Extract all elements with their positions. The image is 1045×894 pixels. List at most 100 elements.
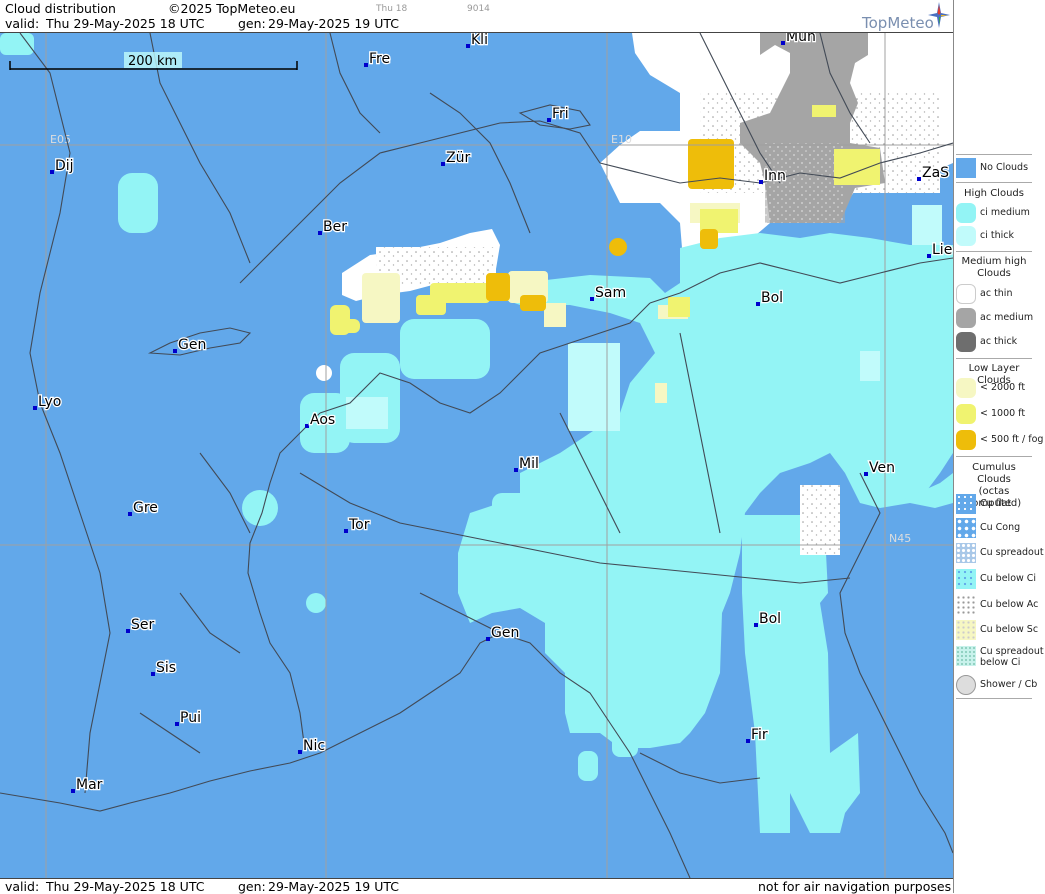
medium-high-title-line2: Clouds: [977, 268, 1011, 279]
city-marker-dij: [50, 170, 54, 174]
legend-low-1000: < 1000 ft: [956, 404, 1042, 426]
city-label-aos: Aos: [310, 412, 335, 428]
chart-title: Cloud distribution: [5, 1, 116, 16]
grid-label-n45: N45: [889, 532, 911, 545]
legend-cu-below-sc: Cu below Sc: [956, 620, 1042, 642]
medium-high-title-line1: Medium high: [961, 256, 1027, 267]
city-label-bol2: Bol: [759, 611, 781, 627]
city-bol2: Bol: [754, 610, 782, 628]
valid-time: Thu 29-May-2025 18 UTC: [46, 16, 205, 31]
city-marker-ven: [864, 472, 868, 476]
city-marker-bol2: [754, 623, 758, 627]
cu-spreadout-ci-line1: Cu spreadout: [980, 646, 1044, 657]
city-label-bol1: Bol: [761, 290, 783, 306]
city-marker-pui: [175, 722, 179, 726]
city-marker-mar: [71, 789, 75, 793]
legend-panel: No Clouds High Clouds ci medium ci thick…: [953, 0, 1045, 893]
ac-thick-label: ac thick: [980, 336, 1018, 347]
ac-medium-swatch: [956, 308, 976, 328]
city-label-zur: Zür: [446, 150, 470, 166]
legend-shower-cb: Shower / Cb: [956, 675, 1042, 697]
city-label-nic: Nic: [303, 738, 325, 754]
legend-high-clouds-title: High Clouds: [964, 188, 1024, 199]
topmeteo-logo: TopMeteo: [862, 14, 934, 32]
ci-thick-swatch: [956, 226, 976, 246]
ac-thin-swatch: [956, 284, 976, 304]
ac-thick-swatch: [956, 332, 976, 352]
city-label-ven: Ven: [869, 460, 895, 476]
city-label-sis: Sis: [156, 660, 176, 676]
gen-label: gen:: [238, 16, 266, 31]
legend-no-clouds: No Clouds: [956, 158, 1042, 180]
small-day: Thu 18: [376, 4, 408, 14]
city-label-inn: Inn: [764, 168, 786, 184]
shower-cb-swatch: [956, 675, 976, 695]
legend-ac-thick: ac thick: [956, 332, 1042, 354]
low-2000-label: < 2000 ft: [980, 382, 1026, 393]
cu-spreadout-below-ci-swatch: [956, 646, 976, 666]
map-header: Cloud distribution ©2025 TopMeteo.eu Thu…: [0, 0, 953, 33]
city-marker-fre: [364, 63, 368, 67]
shower-cb-label: Shower / Cb: [980, 679, 1038, 690]
cu-spreadout-swatch: [956, 543, 976, 563]
ac-thin-label: ac thin: [980, 288, 1013, 299]
city-marker-bol1: [756, 302, 760, 306]
map-footer: valid: Thu 29-May-2025 18 UTC gen: 29-Ma…: [0, 878, 953, 894]
city-marker-mil: [514, 468, 518, 472]
city-marker-gen2: [486, 637, 490, 641]
legend-ac-thin: ac thin: [956, 284, 1042, 306]
city-mun: Mün: [781, 33, 817, 46]
city-label-ser: Ser: [131, 617, 155, 633]
city-sam: Sam: [590, 284, 627, 302]
ci-thick-patch-3: [860, 351, 880, 381]
city-marker-inn: [759, 180, 763, 184]
city-ser: Ser: [126, 616, 156, 634]
legend-cu-cong: Cu Cong: [956, 518, 1042, 540]
ci-medium-swatch: [956, 203, 976, 223]
ac-medium-label: ac medium: [980, 312, 1034, 323]
city-gen2: Gen: [486, 624, 521, 642]
disclaimer: not for air navigation purposes: [758, 879, 952, 894]
city-label-fri: Fri: [552, 106, 569, 122]
city-label-dij: Dij: [55, 158, 74, 174]
city-label-mil: Mil: [519, 456, 539, 472]
legend-cu-spreadout-below-ci: Cu spreadout below Ci: [956, 646, 1044, 672]
legend-cu-below-ac: Cu below Ac: [956, 595, 1042, 617]
low-2000-swatch: [956, 378, 976, 398]
legend-cu-below-ci: Cu below Ci: [956, 569, 1042, 591]
city-marker-zur: [441, 162, 445, 166]
city-lyo: Lyo: [33, 393, 63, 411]
city-label-kli: Kli: [471, 33, 488, 48]
city-ven: Ven: [864, 459, 896, 477]
legend-ac-medium: ac medium: [956, 308, 1042, 330]
city-gre: Gre: [128, 499, 159, 517]
city-label-fre: Fre: [369, 51, 390, 67]
legend-cu-flat: Cu flat: [956, 494, 1042, 516]
city-label-zas: ZaS: [922, 165, 949, 181]
cloud-map: E05 E10 N45 200 km KliFreMünFriDij ZürIn…: [0, 33, 953, 878]
cu-below-ac-label: Cu below Ac: [980, 599, 1039, 610]
city-gen1: Gen: [173, 336, 208, 354]
cu-flat-label: Cu flat: [980, 498, 1012, 509]
city-marker-aos: [305, 424, 309, 428]
fog-label: < 500 ft / fog: [980, 434, 1044, 445]
city-marker-lie: [927, 254, 931, 258]
cu-below-sc-label: Cu below Sc: [980, 624, 1039, 635]
scale-label: 200 km: [128, 54, 177, 69]
city-zas: ZaS: [917, 164, 950, 182]
legend-low-2000: < 2000 ft: [956, 378, 1042, 400]
no-clouds-swatch: [956, 158, 976, 178]
ci-medium-label: ci medium: [980, 207, 1030, 218]
footer-valid-label: valid:: [5, 879, 40, 894]
city-label-tor: Tor: [348, 517, 370, 533]
city-marker-tor: [344, 529, 348, 533]
cu-below-ci-swatch: [956, 569, 976, 589]
city-label-ber: Ber: [323, 219, 347, 235]
city-marker-gen1: [173, 349, 177, 353]
city-label-gen1: Gen: [178, 337, 206, 353]
valid-label: valid:: [5, 16, 40, 31]
city-label-mar: Mar: [76, 777, 103, 793]
compass-star-icon: [928, 2, 950, 28]
city-inn: Inn: [759, 167, 787, 185]
city-marker-fir: [746, 739, 750, 743]
